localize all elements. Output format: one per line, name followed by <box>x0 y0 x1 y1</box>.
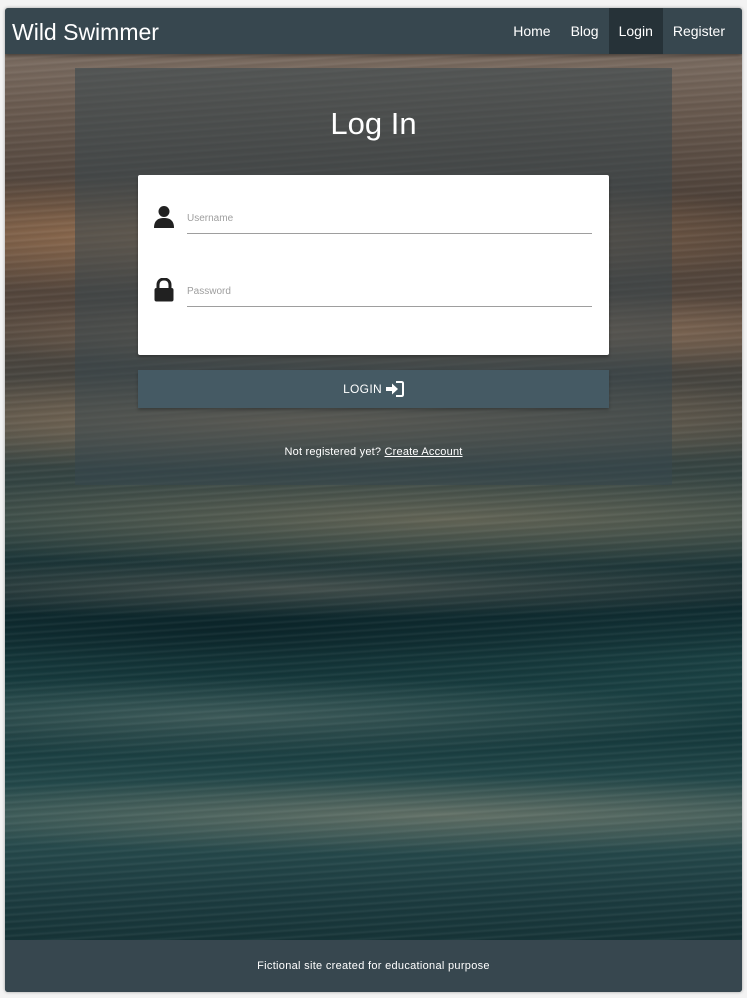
password-input[interactable] <box>187 276 592 307</box>
sign-in-icon <box>385 381 404 397</box>
username-input[interactable] <box>187 203 592 234</box>
footer-text: Fictional site created for educational p… <box>257 960 490 972</box>
main-nav: Home Blog Login Register <box>503 8 742 54</box>
page-frame: Wild Swimmer Home Blog Login Register Lo… <box>5 8 742 992</box>
login-form <box>138 175 609 355</box>
lock-icon <box>153 277 175 302</box>
page-title: Log In <box>330 106 417 141</box>
navbar: Wild Swimmer Home Blog Login Register <box>5 8 742 54</box>
signup-prompt-text: Not registered yet? <box>284 446 382 458</box>
create-account-link[interactable]: Create Account <box>385 446 463 458</box>
user-icon <box>153 205 175 229</box>
login-button[interactable]: LOGIN <box>138 370 609 408</box>
password-field-group <box>153 276 593 310</box>
brand-logo[interactable]: Wild Swimmer <box>12 18 159 46</box>
footer: Fictional site created for educational p… <box>5 940 742 992</box>
signup-prompt-row: Not registered yet? Create Account <box>75 446 672 458</box>
username-field-group <box>153 203 593 237</box>
nav-login[interactable]: Login <box>608 8 663 54</box>
nav-home[interactable]: Home <box>503 8 560 54</box>
login-panel: Log In Username LOGIN Not registered yet… <box>75 68 672 485</box>
nav-blog[interactable]: Blog <box>561 8 609 54</box>
nav-register[interactable]: Register <box>663 8 742 54</box>
login-button-label: LOGIN <box>343 382 382 396</box>
